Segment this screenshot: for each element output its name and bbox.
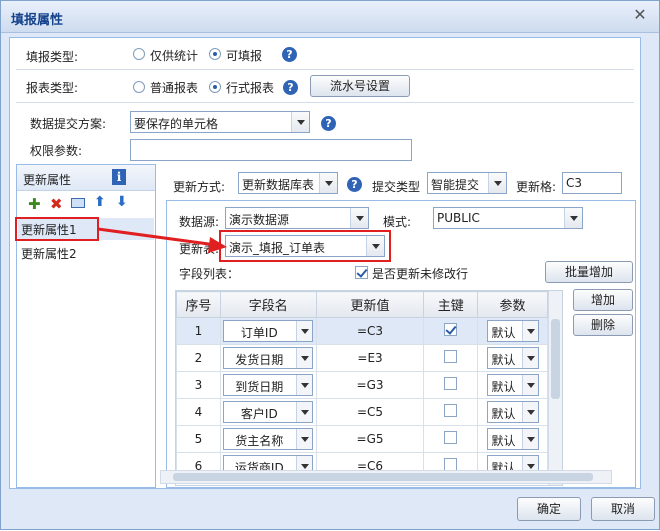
- cancel-button[interactable]: 取消: [591, 497, 655, 521]
- ok-button[interactable]: 确定: [517, 497, 581, 521]
- annotation-arrow: [97, 227, 227, 253]
- properties-dialog: 填报属性 ✕ 填报类型: 仅供统计 可填报 ? 报表类型: 普通报表 行式报表 …: [0, 0, 660, 530]
